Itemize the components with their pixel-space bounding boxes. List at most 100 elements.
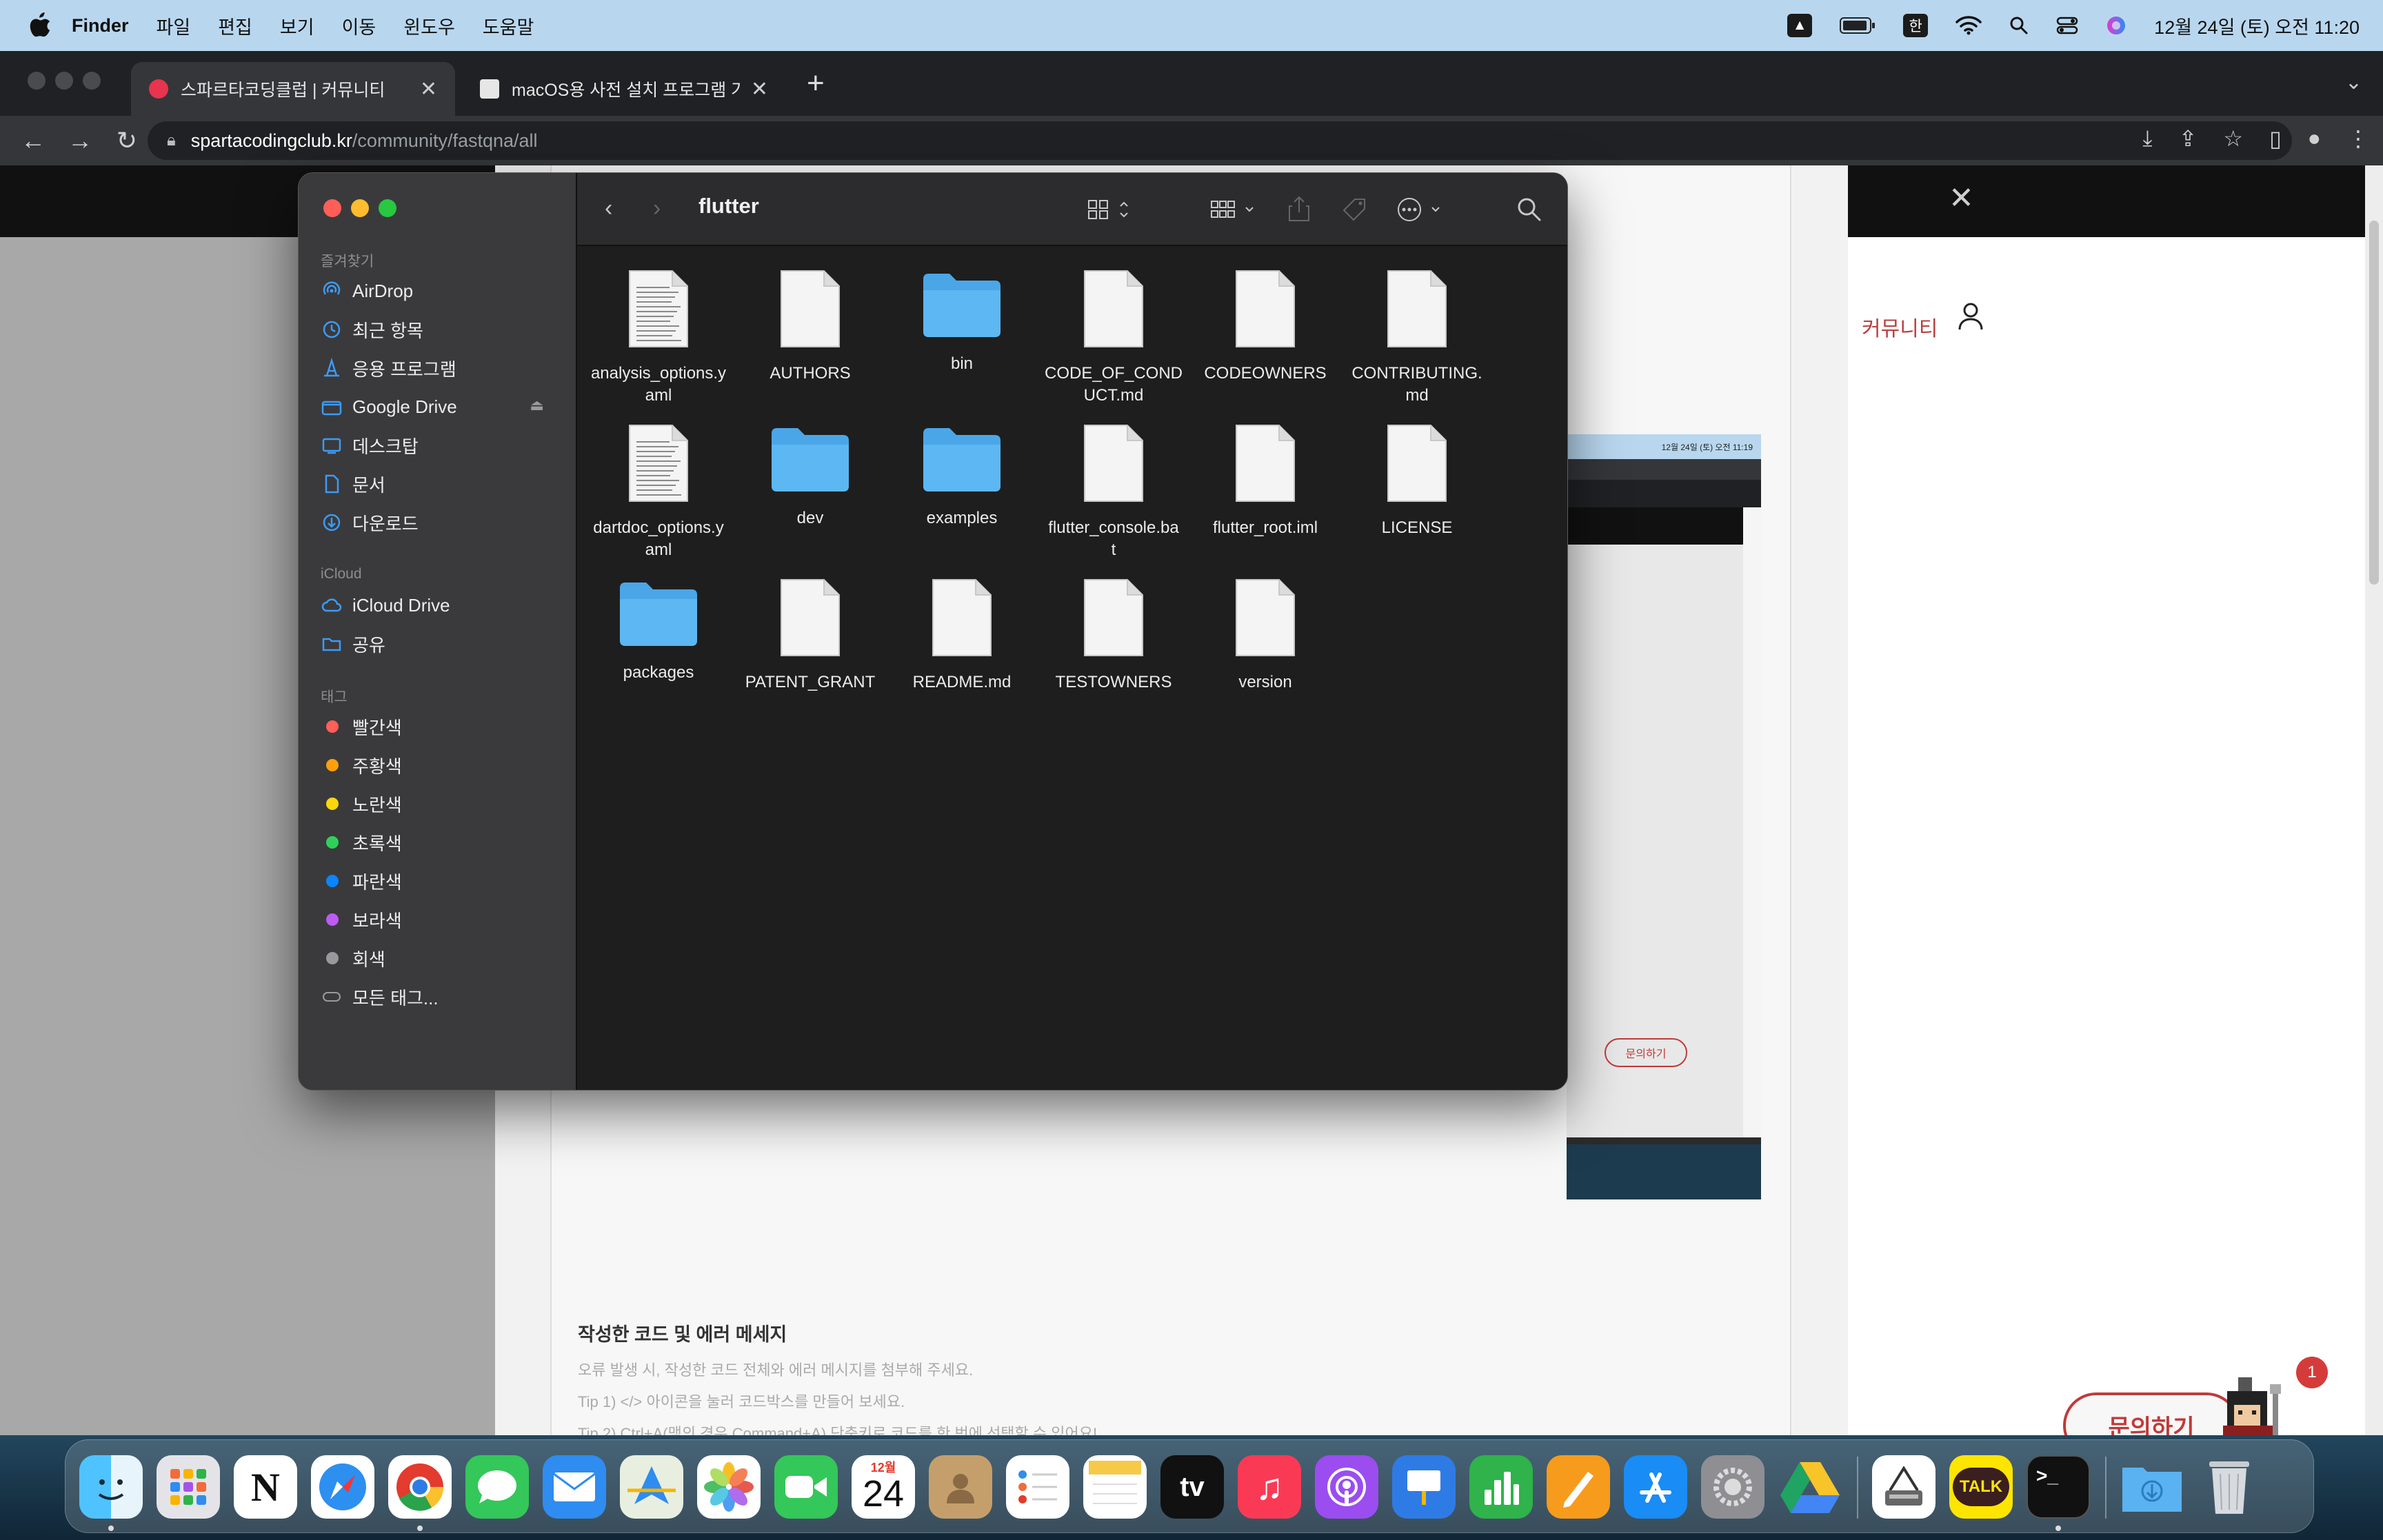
reload-button[interactable]: ↻ (113, 126, 141, 155)
more-menu-icon[interactable]: ⋮ (2347, 125, 2369, 152)
profile-avatar[interactable]: ● (2308, 125, 2321, 152)
apple-logo-icon[interactable] (28, 12, 52, 39)
menubar-clock[interactable]: 12월 24일 (토) 오전 11:20 (2154, 12, 2360, 39)
wifi-icon[interactable] (1955, 16, 1982, 35)
file-item[interactable]: analysis_options.y aml (583, 270, 734, 407)
icon-view-grid-icon[interactable] (1087, 198, 1134, 221)
file-item[interactable]: README.md (886, 578, 1038, 693)
sidebar-tag-gray[interactable]: 회색 (321, 942, 562, 974)
googledrive-icon[interactable] (1778, 1455, 1842, 1519)
finder-zoom-button[interactable] (379, 199, 396, 217)
tab-sparta-community[interactable]: 스파르타코딩클럽 | 커뮤니티 ✕ (131, 62, 455, 116)
maps-icon[interactable] (620, 1455, 683, 1519)
downloads-folder-icon[interactable] (2120, 1455, 2184, 1519)
launchpad-icon[interactable] (157, 1455, 220, 1519)
menu-view[interactable]: 보기 (280, 12, 314, 39)
siri-icon[interactable] (2106, 15, 2126, 36)
tab-close-icon[interactable]: ✕ (420, 77, 437, 101)
mail-icon[interactable] (543, 1455, 606, 1519)
file-item[interactable]: version (1189, 578, 1341, 693)
tab-close-icon[interactable]: ✕ (751, 77, 768, 101)
file-item[interactable]: CODE_OF_COND UCT.md (1038, 270, 1189, 407)
sidebar-item-applications[interactable]: 응용 프로그램 (321, 352, 562, 384)
sidebar-item-documents[interactable]: 문서 (321, 468, 562, 500)
bookmark-star-icon[interactable]: ☆ (2223, 125, 2243, 152)
terminal-icon[interactable]: >_ (2027, 1455, 2090, 1519)
spotlight-search-icon[interactable] (2009, 16, 2029, 35)
sidebar-item-shared[interactable]: 공유 (321, 628, 562, 660)
battery-icon[interactable] (1840, 17, 1876, 34)
install-app-icon[interactable]: ⤓ (2142, 125, 2152, 152)
sidebar-tag-red[interactable]: 빨간색 (321, 711, 562, 742)
sidebar-item-downloads[interactable]: 다운로드 (321, 507, 562, 538)
window-close-button[interactable] (28, 72, 46, 90)
trash-icon[interactable] (2198, 1455, 2261, 1519)
safari-icon[interactable] (311, 1455, 374, 1519)
file-item[interactable]: flutter_root.iml (1189, 424, 1341, 539)
settings-icon[interactable] (1701, 1455, 1764, 1519)
finder-minimize-button[interactable] (351, 199, 369, 217)
menu-file[interactable]: 파일 (157, 12, 191, 39)
file-item[interactable]: CONTRIBUTING. md (1341, 270, 1493, 407)
window-minimize-button[interactable] (55, 72, 73, 90)
notion-icon[interactable]: N (234, 1455, 297, 1519)
photos-icon[interactable] (697, 1455, 761, 1519)
sidebar-item-airdrop[interactable]: AirDrop (321, 275, 562, 307)
menu-app-name[interactable]: Finder (72, 15, 129, 37)
messages-icon[interactable] (465, 1455, 529, 1519)
tab-macos-guide[interactable]: macOS용 사전 설치 프로그램 가이드 ✕ (462, 62, 786, 116)
appletv-icon[interactable]: tv (1160, 1455, 1224, 1519)
finder-close-button[interactable] (323, 199, 341, 217)
file-item[interactable]: dartdoc_options.y aml (583, 424, 734, 561)
file-item[interactable]: PATENT_GRANT (734, 578, 886, 693)
folder-item[interactable]: examples (886, 424, 1038, 529)
tag-icon[interactable] (1341, 196, 1369, 223)
folder-item[interactable]: bin (886, 270, 1038, 375)
menu-go[interactable]: 이동 (342, 12, 376, 39)
keynote-icon[interactable] (1392, 1455, 1456, 1519)
forward-chevron-icon[interactable]: › (653, 195, 661, 222)
input-source-indicator[interactable]: 한 (1903, 14, 1929, 37)
sidebar-item-icloud-drive[interactable]: iCloud Drive (321, 589, 562, 621)
menu-edit[interactable]: 편집 (218, 12, 252, 39)
pages-icon[interactable] (1547, 1455, 1610, 1519)
sidebar-item-google-drive[interactable]: Google Drive ⏏ (321, 391, 562, 423)
control-center-icon[interactable] (2056, 16, 2078, 35)
group-by-icon[interactable] (1210, 198, 1261, 221)
chrome-icon[interactable] (388, 1455, 452, 1519)
sidebar-tag-orange[interactable]: 주황색 (321, 749, 562, 781)
sidebar-item-recents[interactable]: 최근 항목 (321, 314, 562, 345)
eject-icon[interactable]: ⏏ (530, 396, 544, 414)
back-chevron-icon[interactable]: ‹ (605, 195, 612, 222)
sidebar-item-desktop[interactable]: 데스크탑 (321, 429, 562, 461)
sidebar-tag-green[interactable]: 초록색 (321, 827, 562, 858)
sidebar-all-tags[interactable]: 모든 태그... (321, 981, 562, 1013)
ask-button[interactable]: 문의하기 (2063, 1392, 2240, 1435)
facetime-icon[interactable] (774, 1455, 838, 1519)
forward-button[interactable]: → (66, 126, 94, 155)
file-item[interactable]: flutter_console.ba t (1038, 424, 1189, 561)
podcasts-icon[interactable] (1315, 1455, 1378, 1519)
reminders-icon[interactable] (1006, 1455, 1069, 1519)
sidebar-tag-yellow[interactable]: 노란색 (321, 788, 562, 820)
file-item[interactable]: LICENSE (1341, 424, 1493, 539)
scrollbar-thumb[interactable] (2369, 221, 2379, 585)
menu-window[interactable]: 윈도우 (403, 12, 455, 39)
google-drive-status-icon[interactable]: ▲ (1787, 14, 1813, 37)
share-icon[interactable] (1287, 195, 1311, 223)
file-item[interactable]: TESTOWNERS (1038, 578, 1189, 693)
file-item[interactable]: AUTHORS (734, 270, 886, 385)
folder-item[interactable]: dev (734, 424, 886, 529)
nav-community-link[interactable]: 커뮤니티 (1862, 312, 1938, 342)
scanner-icon[interactable] (1872, 1455, 1935, 1519)
modal-close-icon[interactable]: ✕ (1949, 181, 1974, 216)
kakaotalk-icon[interactable]: TALK (1949, 1455, 2013, 1519)
mascot-character-icon[interactable] (2218, 1364, 2295, 1435)
notes-icon[interactable] (1083, 1455, 1147, 1519)
appstore-icon[interactable] (1624, 1455, 1687, 1519)
user-profile-icon[interactable] (1957, 301, 1984, 331)
finder-icon[interactable] (79, 1455, 143, 1519)
side-panel-icon[interactable]: ▯ (2269, 125, 2282, 152)
menu-help[interactable]: 도움말 (483, 12, 534, 39)
tab-search-chevron-icon[interactable]: ⌄ (2345, 70, 2362, 94)
